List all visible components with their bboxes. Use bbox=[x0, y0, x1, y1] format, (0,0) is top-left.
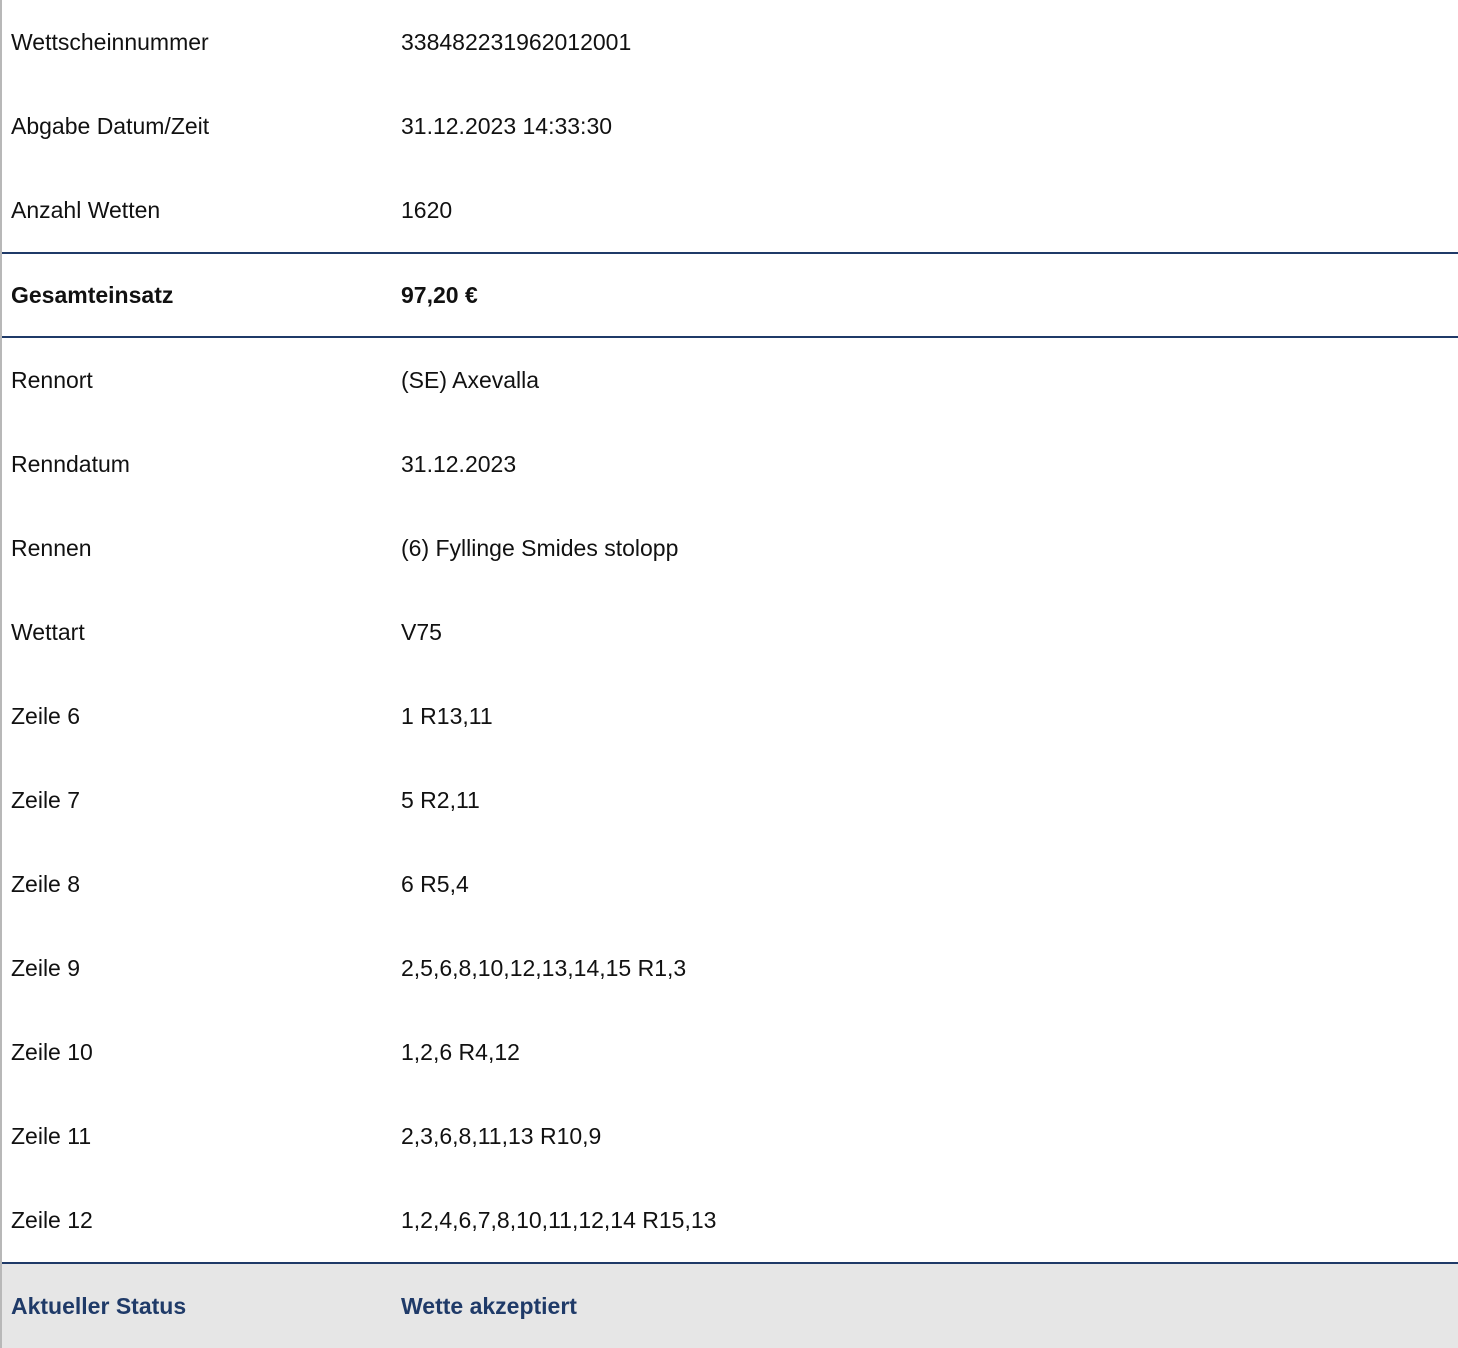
line-10-label: Zeile 10 bbox=[11, 1038, 93, 1065]
submission-datetime-value: 31.12.2023 14:33:30 bbox=[401, 112, 613, 139]
line-12-value: 1,2,4,6,7,8,10,11,12,14 R15,13 bbox=[401, 1206, 717, 1233]
race-venue-value: (SE) Axevalla bbox=[401, 366, 540, 393]
line-6-value: 1 R13,11 bbox=[401, 702, 493, 729]
row-line-7: Zeile 7 5 R2,11 bbox=[2, 758, 1458, 842]
bet-count-value: 1620 bbox=[401, 196, 453, 223]
row-race-venue: Rennort (SE) Axevalla bbox=[2, 338, 1458, 422]
bet-count-label: Anzahl Wetten bbox=[11, 196, 161, 223]
row-line-12: Zeile 12 1,2,4,6,7,8,10,11,12,14 R15,13 bbox=[2, 1178, 1458, 1262]
line-11-value: 2,3,6,8,11,13 R10,9 bbox=[401, 1122, 602, 1149]
race-venue-label: Rennort bbox=[11, 366, 93, 393]
line-7-value: 5 R2,11 bbox=[401, 786, 480, 813]
row-bet-count: Anzahl Wetten 1620 bbox=[2, 168, 1458, 252]
row-race: Rennen (6) Fyllinge Smides stolopp bbox=[2, 506, 1458, 590]
line-7-label: Zeile 7 bbox=[11, 786, 81, 813]
bet-type-value: V75 bbox=[401, 618, 442, 645]
race-label: Rennen bbox=[11, 534, 92, 561]
race-value: (6) Fyllinge Smides stolopp bbox=[401, 534, 679, 561]
line-11-label: Zeile 11 bbox=[11, 1122, 92, 1149]
line-8-label: Zeile 8 bbox=[11, 870, 81, 897]
row-current-status: Aktueller Status Wette akzeptiert bbox=[2, 1262, 1458, 1348]
line-9-value: 2,5,6,8,10,12,13,14,15 R1,3 bbox=[401, 954, 687, 981]
row-submission-datetime: Abgabe Datum/Zeit 31.12.2023 14:33:30 bbox=[2, 84, 1458, 168]
line-8-value: 6 R5,4 bbox=[401, 870, 469, 897]
bet-type-label: Wettart bbox=[11, 618, 85, 645]
line-12-label: Zeile 12 bbox=[11, 1206, 93, 1233]
row-race-date: Renndatum 31.12.2023 bbox=[2, 422, 1458, 506]
bet-slip-number-label: Wettscheinnummer bbox=[11, 28, 209, 55]
submission-datetime-label: Abgabe Datum/Zeit bbox=[11, 112, 210, 139]
status-badge: Wette akzeptiert bbox=[401, 1292, 577, 1319]
line-10-value: 1,2,6 R4,12 bbox=[401, 1038, 520, 1065]
line-9-label: Zeile 9 bbox=[11, 954, 81, 981]
row-bet-type: Wettart V75 bbox=[2, 590, 1458, 674]
row-total-stake: Gesamteinsatz 97,20 € bbox=[2, 252, 1458, 338]
total-stake-value: 97,20 € bbox=[401, 281, 478, 308]
row-line-6: Zeile 6 1 R13,11 bbox=[2, 674, 1458, 758]
bet-slip-details: Wettscheinnummer 338482231962012001 Abga… bbox=[0, 0, 1458, 1348]
total-stake-label: Gesamteinsatz bbox=[11, 281, 174, 308]
row-line-10: Zeile 10 1,2,6 R4,12 bbox=[2, 1010, 1458, 1094]
race-date-value: 31.12.2023 bbox=[401, 450, 517, 477]
bet-slip-number-value: 338482231962012001 bbox=[401, 28, 632, 55]
row-line-11: Zeile 11 2,3,6,8,11,13 R10,9 bbox=[2, 1094, 1458, 1178]
current-status-label: Aktueller Status bbox=[11, 1292, 187, 1319]
row-line-8: Zeile 8 6 R5,4 bbox=[2, 842, 1458, 926]
row-bet-slip-number: Wettscheinnummer 338482231962012001 bbox=[2, 0, 1458, 84]
line-6-label: Zeile 6 bbox=[11, 702, 81, 729]
row-line-9: Zeile 9 2,5,6,8,10,12,13,14,15 R1,3 bbox=[2, 926, 1458, 1010]
race-date-label: Renndatum bbox=[11, 450, 130, 477]
